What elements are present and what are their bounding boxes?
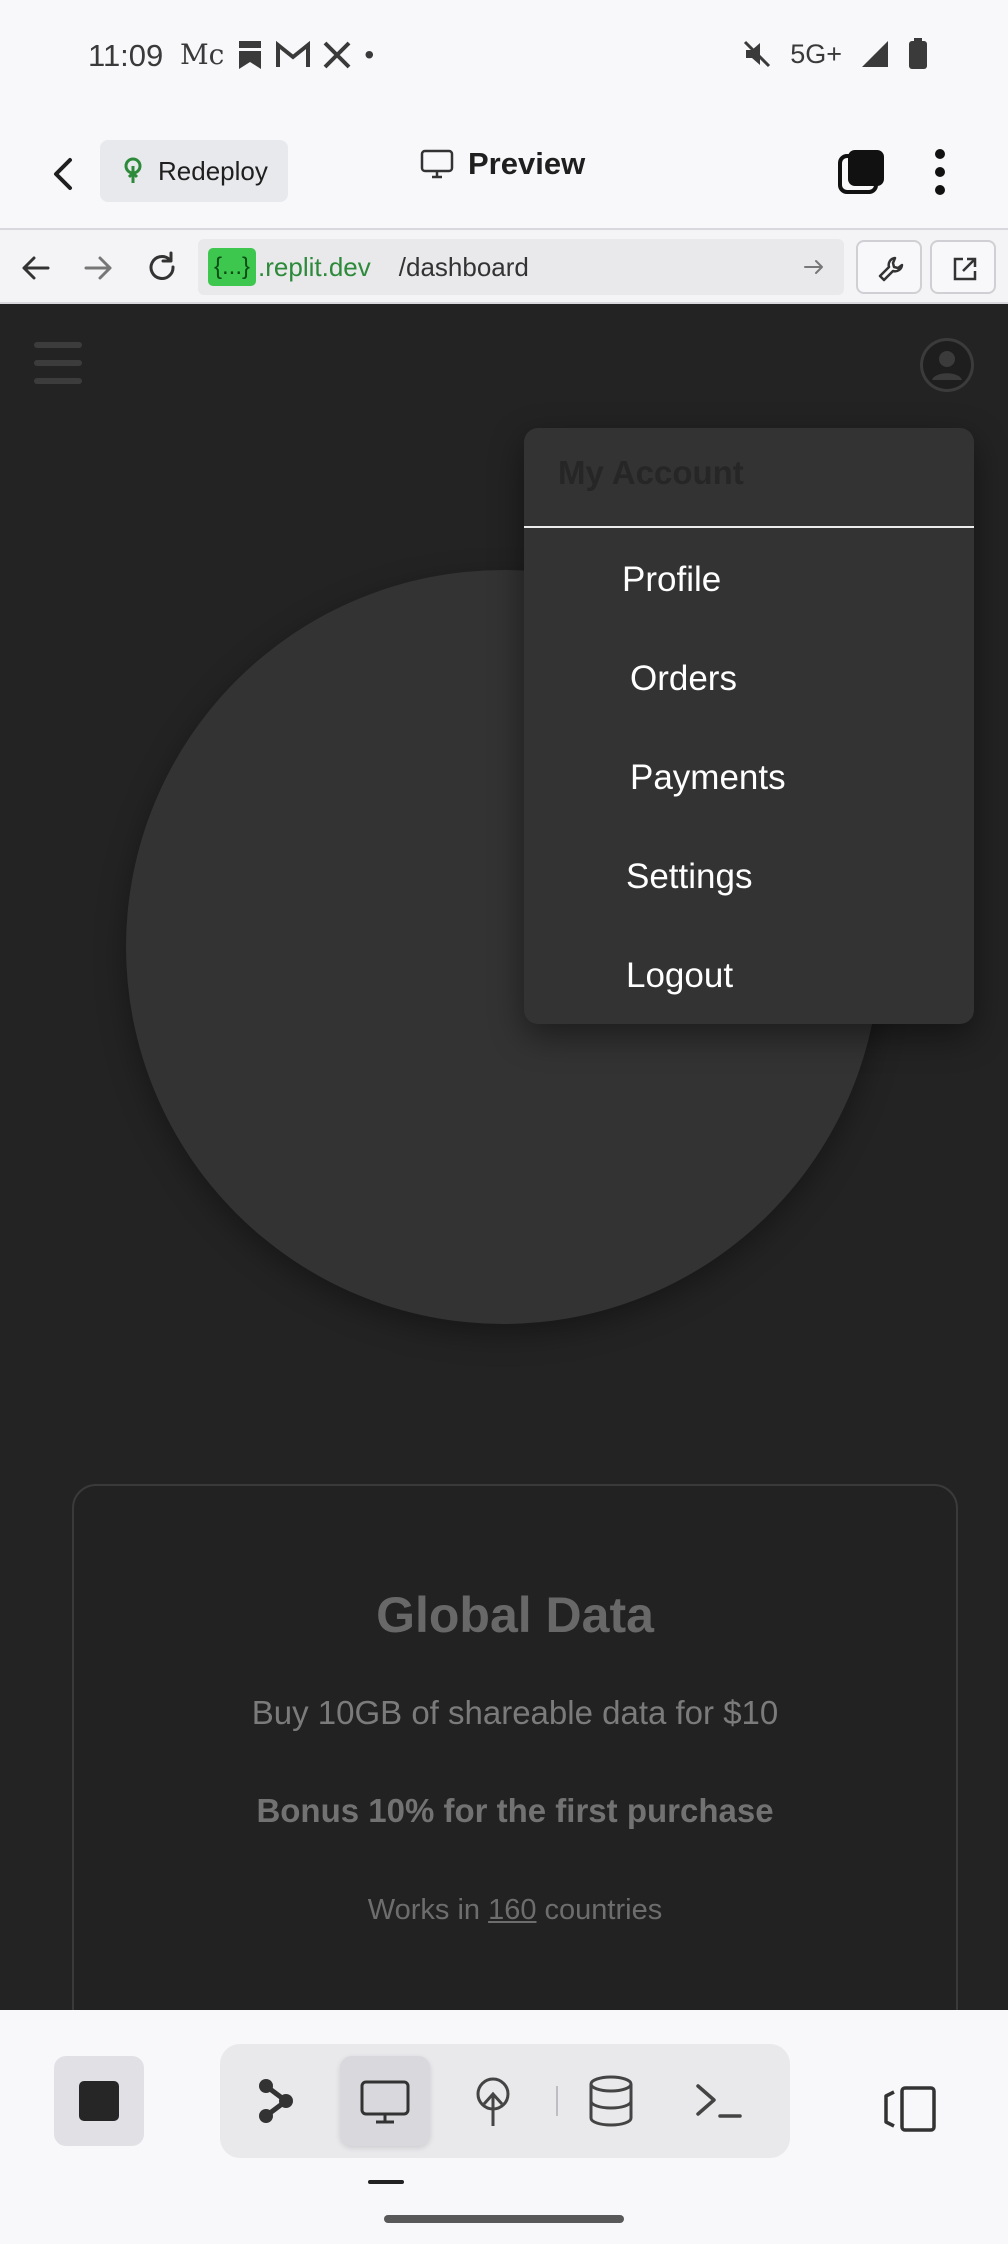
redeploy-button[interactable]: Redeploy xyxy=(100,140,288,202)
signal-icon xyxy=(862,41,888,67)
reload-icon[interactable] xyxy=(144,250,180,286)
url-bar: {...} .replit.dev /dashboard xyxy=(0,228,1008,304)
home-indicator[interactable] xyxy=(384,2215,624,2223)
tabs-icon[interactable] xyxy=(838,148,886,196)
stop-icon xyxy=(79,2081,119,2121)
battery-icon xyxy=(909,38,927,69)
mc-notification-icon: Mc xyxy=(180,38,225,71)
external-link-icon xyxy=(953,257,977,281)
deploy-icon xyxy=(124,157,142,183)
works-prefix: Works in xyxy=(367,1894,481,1926)
menu-item-profile[interactable]: Profile xyxy=(622,560,721,600)
active-tool-underline xyxy=(368,2180,404,2184)
split-view-icon[interactable] xyxy=(880,2084,940,2134)
app-header: Redeploy Preview xyxy=(0,118,1008,228)
menu-item-orders[interactable]: Orders xyxy=(630,659,737,699)
hamburger-menu-icon[interactable] xyxy=(34,342,82,384)
menu-item-logout[interactable]: Logout xyxy=(626,956,733,996)
card-title: Global Data xyxy=(376,1587,654,1643)
preview-monitor-icon[interactable] xyxy=(354,2070,416,2132)
nav-back-icon[interactable] xyxy=(18,250,54,286)
x-icon xyxy=(323,41,351,68)
system-status: 5G+ xyxy=(742,38,928,70)
open-in-new-tab-button[interactable] xyxy=(930,240,996,294)
gmail-icon xyxy=(276,40,311,67)
mute-icon xyxy=(744,40,771,68)
redeploy-label: Redeploy xyxy=(158,155,268,186)
deployments-icon[interactable] xyxy=(462,2070,524,2132)
monitor-icon xyxy=(420,149,454,179)
user-icon xyxy=(923,341,971,389)
url-path: /dashboard xyxy=(398,251,529,282)
shell-icon[interactable] xyxy=(688,2070,750,2132)
wrench-icon xyxy=(878,256,904,282)
network-type: 5G+ xyxy=(790,38,842,69)
card-bonus: Bonus 10% for the first purchase xyxy=(256,1792,774,1829)
more-notifications-dot: • xyxy=(364,38,375,70)
card-subtitle: Buy 10GB of shareable data for $10 xyxy=(251,1694,779,1731)
url-badge: {...} xyxy=(208,248,257,286)
account-dropdown-menu: My Account Profile Orders Payments Setti… xyxy=(524,428,974,1024)
url-input[interactable]: {...} .replit.dev /dashboard xyxy=(198,239,844,295)
notification-icons: Mc • xyxy=(180,38,374,71)
webview-content: My Account Profile Orders Payments Setti… xyxy=(0,304,1008,2010)
go-arrow-icon[interactable] xyxy=(802,255,826,279)
bottom-toolbar xyxy=(0,2010,1008,2244)
agent-icon[interactable] xyxy=(244,2070,306,2132)
menu-title: My Account xyxy=(558,454,744,491)
more-options-icon[interactable] xyxy=(924,146,956,198)
preview-label: Preview xyxy=(468,146,586,181)
works-suffix: countries xyxy=(544,1894,663,1926)
menu-item-payments[interactable]: Payments xyxy=(630,758,786,798)
card-works-in: Works in 160 countries xyxy=(74,1894,956,1927)
menu-divider xyxy=(524,526,974,528)
menu-item-settings[interactable]: Settings xyxy=(626,857,752,897)
status-bar: 11:09 Mc • 5G+ xyxy=(0,0,1008,118)
nav-forward-icon[interactable] xyxy=(80,250,116,286)
url-domain: .replit.dev xyxy=(258,251,371,282)
devtools-button[interactable] xyxy=(856,240,922,294)
database-icon[interactable] xyxy=(580,2070,642,2132)
stop-button[interactable] xyxy=(54,2056,144,2146)
preview-title[interactable]: Preview xyxy=(420,146,585,182)
status-time: 11:09 xyxy=(88,38,164,73)
tool-switcher xyxy=(220,2044,790,2158)
global-data-card[interactable]: Global Data Buy 10GB of shareable data f… xyxy=(72,1484,958,2010)
toolbar-divider xyxy=(556,2086,558,2116)
avatar[interactable] xyxy=(920,338,974,392)
bookmark-icon xyxy=(239,40,262,69)
back-icon[interactable] xyxy=(44,154,84,194)
countries-count-link[interactable]: 160 xyxy=(488,1894,536,1926)
